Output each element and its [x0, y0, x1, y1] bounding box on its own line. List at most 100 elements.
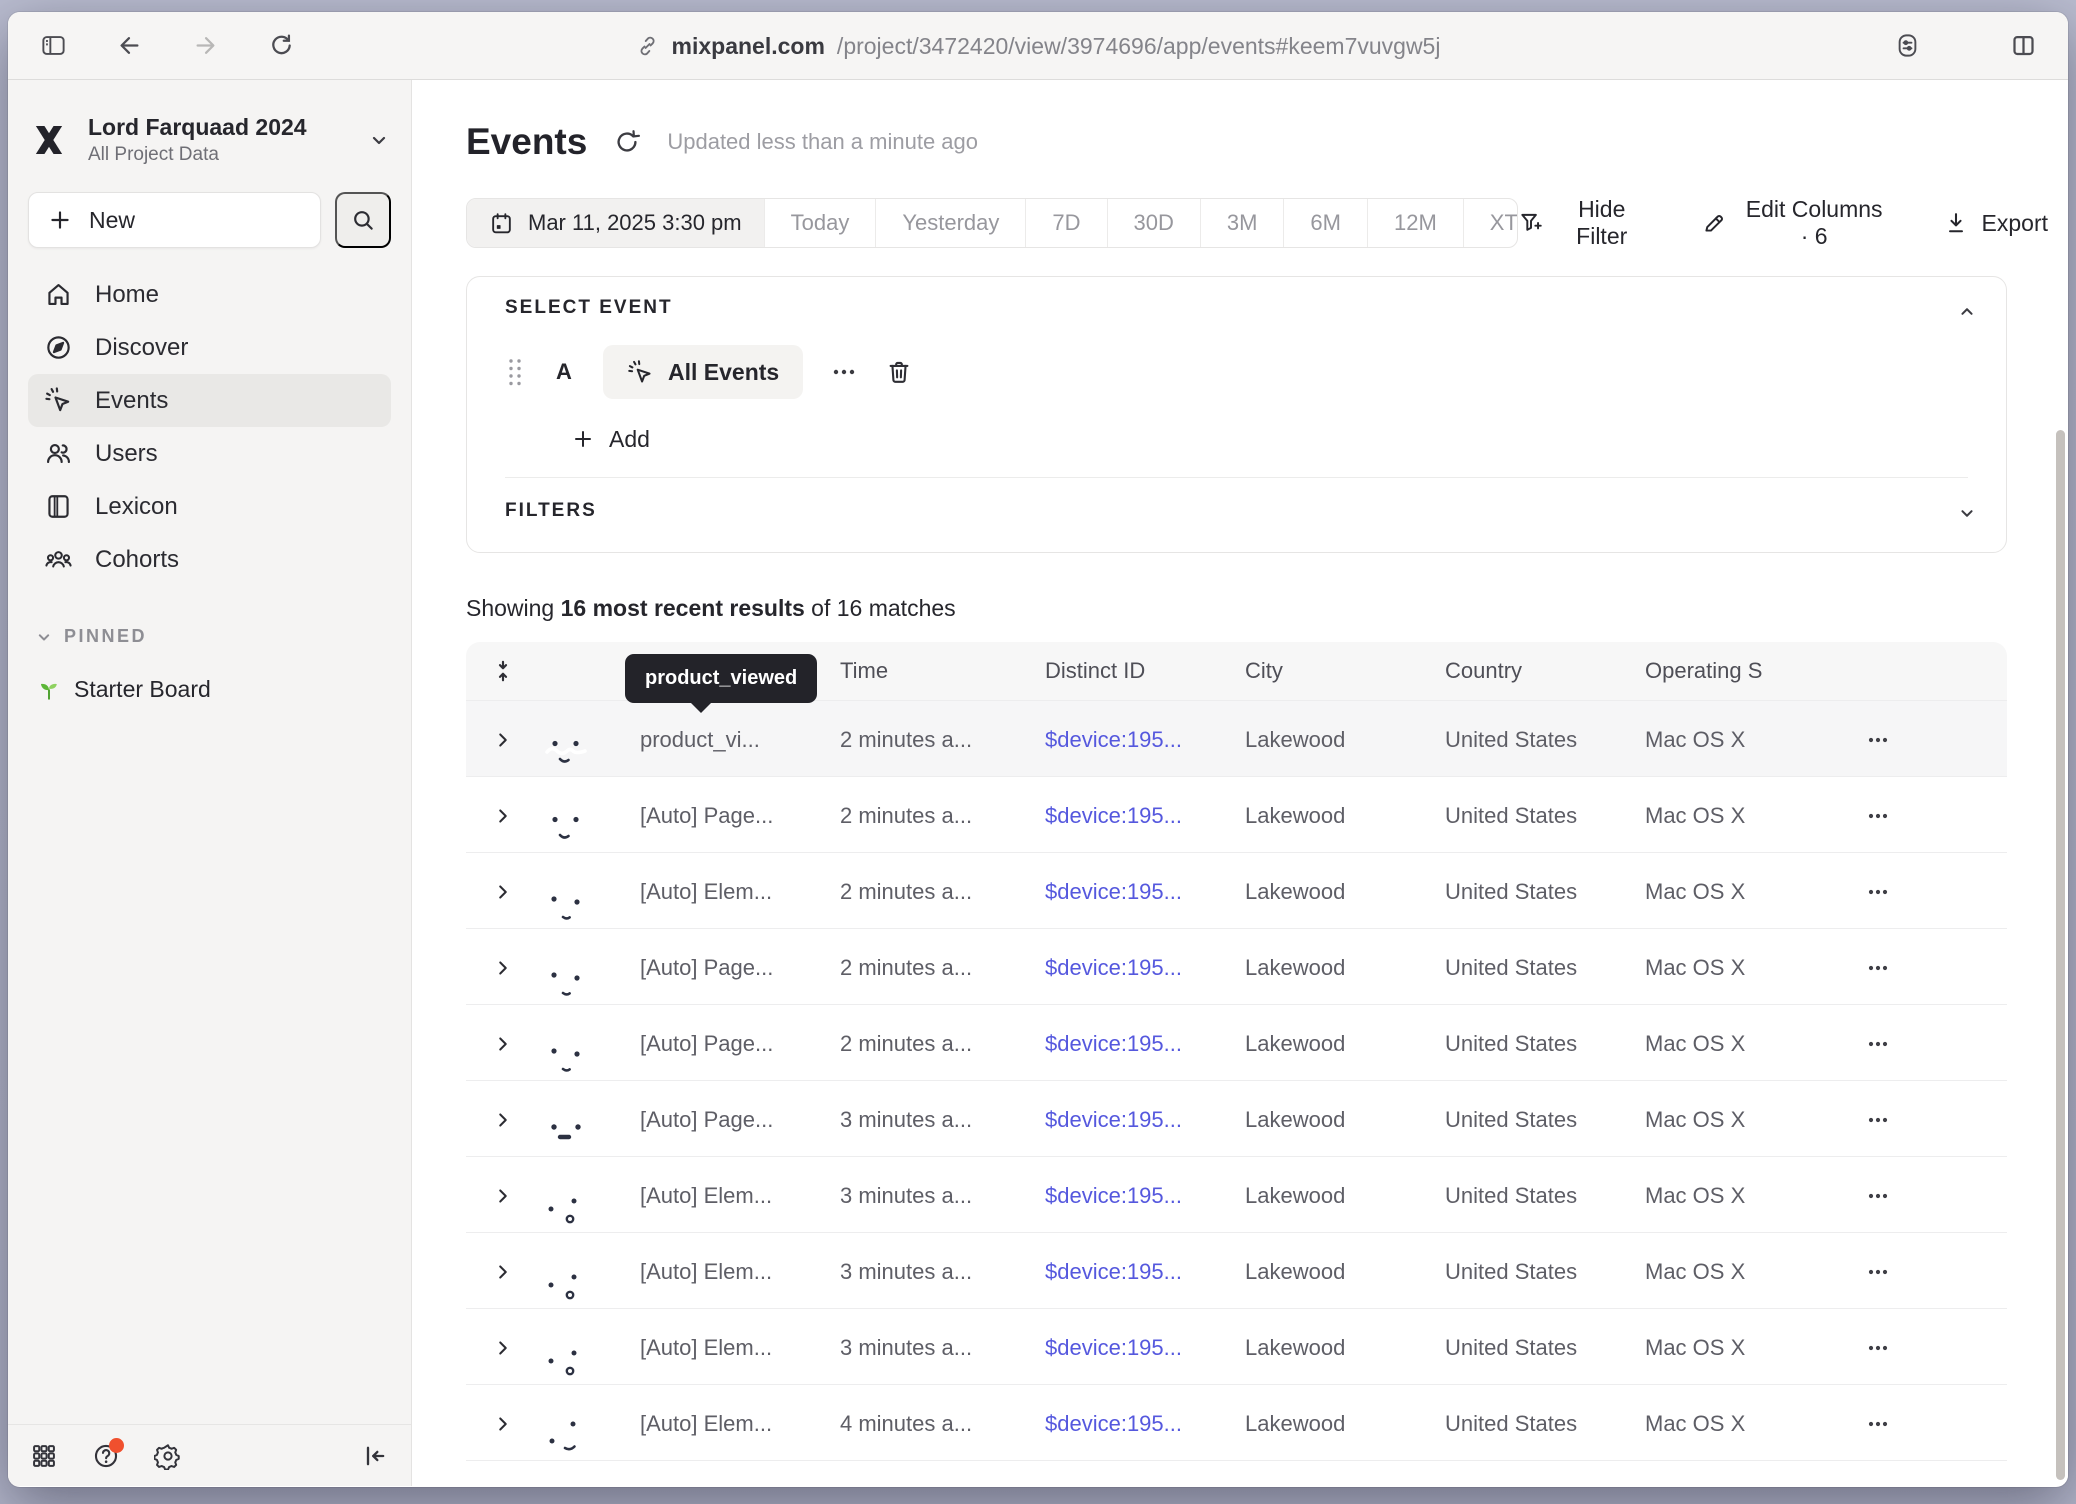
chevron-up-icon[interactable] [1956, 301, 1978, 323]
sidebar-footer [8, 1424, 411, 1486]
expand-row-icon[interactable] [466, 805, 540, 827]
distinct-id-link[interactable]: $device:195... [1045, 1259, 1245, 1285]
hide-button[interactable]: Hide Filter [1518, 196, 1647, 250]
project-name: Lord Farquaad 2024 [88, 114, 307, 140]
row-menu-icon[interactable] [1845, 953, 2007, 983]
os-cell: Mac OS X [1645, 1259, 1845, 1285]
new-button[interactable]: New [28, 192, 321, 248]
sidebar-item-label: Home [95, 281, 159, 309]
distinct-id-link[interactable]: $device:195... [1045, 1335, 1245, 1361]
row-menu-icon[interactable] [1845, 1181, 2007, 1211]
table-row[interactable]: [Auto] Elem... 3 minutes a... $device:19… [466, 1308, 2007, 1384]
chevron-down-icon[interactable] [1956, 502, 1978, 524]
edit-button[interactable]: Edit Columns · 6 [1701, 196, 1889, 250]
drag-handle-icon[interactable] [505, 355, 525, 389]
range-segment-7d[interactable]: 7D [1026, 199, 1107, 247]
expand-row-icon[interactable] [466, 1185, 540, 1207]
range-segment-3m[interactable]: 3M [1201, 199, 1285, 247]
plus-icon [47, 207, 73, 233]
expand-row-icon[interactable] [466, 1109, 540, 1131]
sidebar-item-lexicon[interactable]: Lexicon [28, 480, 391, 533]
expand-row-icon[interactable] [466, 1033, 540, 1055]
apps-grid-icon[interactable] [30, 1442, 58, 1470]
sidebar-item-discover[interactable]: Discover [28, 321, 391, 374]
date-picker-segment[interactable]: Mar 11, 2025 3:30 pm [467, 199, 765, 247]
range-segment-12m[interactable]: 12M [1368, 199, 1464, 247]
row-menu-icon[interactable] [1845, 877, 2007, 907]
table-row[interactable]: [Auto] Page... 2 minutes a... $device:19… [466, 1004, 2007, 1080]
expand-row-icon[interactable] [466, 957, 540, 979]
expand-row-icon[interactable] [466, 729, 540, 751]
split-view-icon[interactable] [2006, 29, 2040, 63]
page-settings-icon[interactable] [1890, 29, 1924, 63]
column-header-distinct-id[interactable]: Distinct ID [1045, 658, 1245, 684]
search-button[interactable] [335, 192, 391, 248]
expand-row-icon[interactable] [466, 1337, 540, 1359]
table-row[interactable]: [Auto] Elem... 2 minutes a... $device:19… [466, 852, 2007, 928]
column-header-os[interactable]: Operating S [1645, 658, 1845, 684]
pinned-section-header[interactable]: PINNED [28, 626, 391, 647]
table-row[interactable]: [Auto] Page... 2 minutes a... $device:19… [466, 928, 2007, 1004]
country-cell: United States [1445, 803, 1645, 829]
sidebar-item-cohorts[interactable]: Cohorts [28, 533, 391, 586]
sidebar-item-users[interactable]: Users [28, 427, 391, 480]
column-header-time[interactable]: Time [840, 658, 1045, 684]
range-label: 30D [1134, 210, 1174, 236]
sidebar-item-label: Events [95, 387, 168, 415]
event-selector-chip[interactable]: All Events [603, 345, 803, 399]
collapse-sidebar-icon[interactable] [361, 1442, 389, 1470]
scrollbar-thumb[interactable] [2056, 430, 2065, 1480]
help-icon[interactable] [92, 1442, 120, 1470]
distinct-id-link[interactable]: $device:195... [1045, 1183, 1245, 1209]
distinct-id-link[interactable]: $device:195... [1045, 955, 1245, 981]
add-event-button[interactable]: Add [571, 421, 1968, 457]
range-segment-today[interactable]: Today [765, 199, 877, 247]
refresh-icon[interactable] [613, 128, 641, 156]
sidebar-item-home[interactable]: Home [28, 268, 391, 321]
more-options-icon[interactable] [829, 357, 859, 387]
city-cell: Lakewood [1245, 1183, 1445, 1209]
row-menu-icon[interactable] [1845, 1257, 2007, 1287]
distinct-id-link[interactable]: $device:195... [1045, 727, 1245, 753]
table-row[interactable]: [Auto] Page... 2 minutes a... $device:19… [466, 776, 2007, 852]
range-label: XTD [1490, 210, 1518, 236]
table-row[interactable]: [Auto] Page... 3 minutes a... $device:19… [466, 1080, 2007, 1156]
row-menu-icon[interactable] [1845, 1029, 2007, 1059]
column-header-country[interactable]: Country [1445, 658, 1645, 684]
range-segment-xtd[interactable]: XTD [1464, 199, 1518, 247]
reload-icon[interactable] [264, 29, 298, 63]
table-row[interactable]: [Auto] Elem... 4 minutes a... $device:19… [466, 1384, 2007, 1460]
sidebar-toggle-icon[interactable] [36, 29, 70, 63]
range-segment-30d[interactable]: 30D [1108, 199, 1201, 247]
back-icon[interactable] [112, 29, 146, 63]
range-segment-yesterday[interactable]: Yesterday [876, 199, 1026, 247]
distinct-id-link[interactable]: $device:195... [1045, 879, 1245, 905]
distinct-id-link[interactable]: $device:195... [1045, 1031, 1245, 1057]
row-menu-icon[interactable] [1845, 725, 2007, 755]
row-menu-icon[interactable] [1845, 801, 2007, 831]
range-segment-6m[interactable]: 6M [1284, 199, 1368, 247]
row-menu-icon[interactable] [1845, 1333, 2007, 1363]
city-cell: Lakewood [1245, 1335, 1445, 1361]
distinct-id-link[interactable]: $device:195... [1045, 1107, 1245, 1133]
export-button[interactable]: Export [1943, 210, 2048, 237]
project-switcher[interactable]: Lord Farquaad 2024 All Project Data [28, 114, 391, 166]
collapse-rows-icon[interactable] [466, 658, 540, 684]
forward-icon[interactable] [188, 29, 222, 63]
settings-gear-icon[interactable] [154, 1442, 182, 1470]
table-row[interactable]: [Auto] Elem... 3 minutes a... $device:19… [466, 1156, 2007, 1232]
table-row[interactable]: [Auto] Elem... 3 minutes a... $device:19… [466, 1232, 2007, 1308]
distinct-id-link[interactable]: $device:195... [1045, 803, 1245, 829]
expand-row-icon[interactable] [466, 1413, 540, 1435]
table-row[interactable] [466, 1460, 2007, 1487]
trash-icon[interactable] [885, 358, 913, 386]
url-bar[interactable]: mixpanel.com/project/3472420/view/397469… [636, 12, 1441, 80]
row-menu-icon[interactable] [1845, 1409, 2007, 1439]
expand-row-icon[interactable] [466, 881, 540, 903]
sidebar-item-events[interactable]: Events [28, 374, 391, 427]
column-header-city[interactable]: City [1245, 658, 1445, 684]
distinct-id-link[interactable]: $device:195... [1045, 1411, 1245, 1437]
row-menu-icon[interactable] [1845, 1105, 2007, 1135]
sidebar-item-starter-board[interactable]: Starter Board [28, 669, 391, 709]
expand-row-icon[interactable] [466, 1261, 540, 1283]
